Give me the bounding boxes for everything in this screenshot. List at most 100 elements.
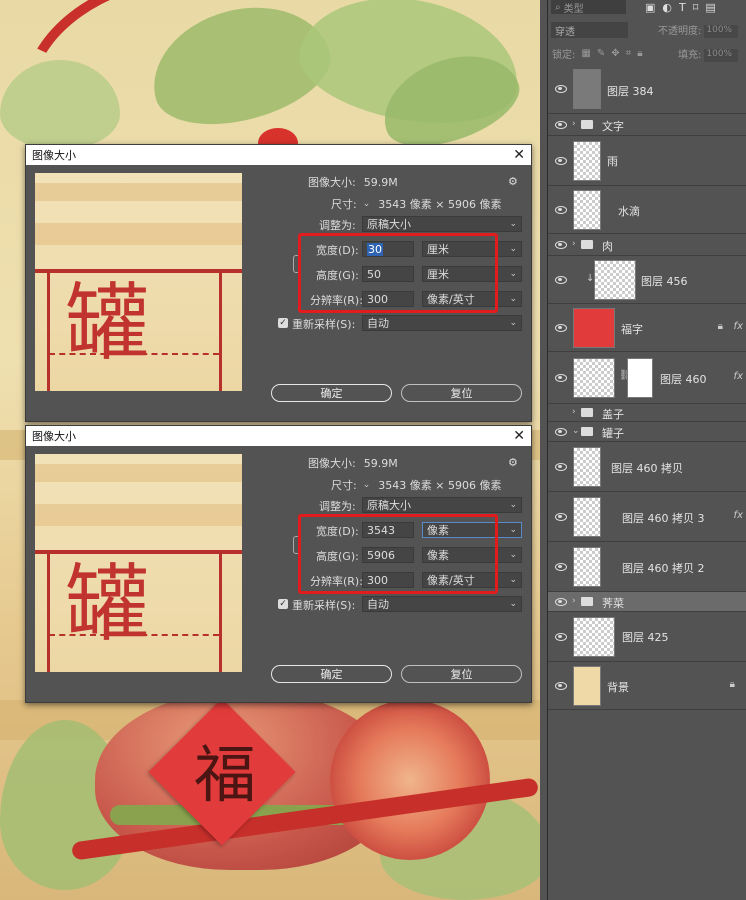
lock-paint-icon[interactable]: ✎ (597, 48, 605, 59)
eye-icon[interactable] (555, 206, 567, 214)
dimensions-label: 尺寸: (331, 479, 357, 492)
eye-icon[interactable] (555, 513, 567, 521)
preview-band (35, 183, 242, 201)
link-icon[interactable]: 🔒︎ (718, 321, 723, 332)
adjustment-filter-icon[interactable]: ◐ (662, 1, 672, 14)
eye-icon[interactable] (555, 598, 567, 606)
eye-icon[interactable] (555, 241, 567, 249)
layer-filter-label: 类型 (563, 3, 584, 15)
dialog-titlebar[interactable]: 图像大小 ✕ (26, 426, 531, 446)
blend-mode-select[interactable]: 穿透 (551, 22, 628, 38)
chevron-down-icon[interactable]: ⌄ (363, 199, 371, 209)
chevron-down-icon[interactable]: ⌄ (363, 480, 371, 490)
layer-row[interactable]: 图层 384 (548, 64, 746, 114)
lock-icon[interactable]: 🔒︎ (730, 679, 735, 690)
layer-group-row[interactable]: › 盖子 (548, 404, 746, 422)
blend-mode-value: 穿透 (555, 26, 575, 38)
eye-icon[interactable] (555, 276, 567, 284)
gear-icon[interactable]: ⚙ (508, 175, 518, 188)
lock-transparency-icon[interactable]: ▦ (581, 48, 590, 59)
layer-thumbnail (573, 666, 601, 706)
layer-row[interactable]: 图层 460 拷贝 (548, 442, 746, 492)
eye-icon[interactable] (555, 633, 567, 641)
image-filter-icon[interactable]: ▣ (645, 1, 655, 14)
ok-button[interactable]: 确定 (271, 384, 392, 402)
shape-filter-icon[interactable]: ⌑ (693, 1, 699, 14)
gear-icon[interactable]: ⚙ (508, 456, 518, 469)
reset-button[interactable]: 复位 (401, 384, 522, 402)
chevron-right-icon[interactable]: › (572, 407, 576, 417)
image-preview[interactable]: 罐 (35, 454, 242, 672)
resample-checkbox[interactable]: ✓ (278, 318, 288, 328)
layer-row[interactable]: 福字 🔒︎ fx (548, 304, 746, 352)
chevron-right-icon[interactable]: › (572, 239, 576, 249)
layer-name: 荠菜 (602, 597, 624, 610)
eye-icon[interactable] (555, 463, 567, 471)
dimensions-label: 尺寸: (331, 198, 357, 211)
dialog-title: 图像大小 (32, 149, 76, 162)
layer-group-row[interactable]: › 荠菜 (548, 592, 746, 612)
lock-position-icon[interactable]: ✥ (611, 48, 619, 59)
smart-object-filter-icon[interactable]: ▤ (705, 1, 715, 14)
image-size-dialog: 图像大小 ✕ 罐 图像大小: 59.9M ⚙ 尺寸: ⌄ 3543 像素 × 5… (25, 425, 532, 703)
dialog-title: 图像大小 (32, 430, 76, 443)
layer-group-row[interactable]: › 文字 (548, 114, 746, 136)
layer-row[interactable]: ⛓ 图层 460 fx (548, 352, 746, 404)
fill-control[interactable]: 填充: 100% (678, 46, 739, 62)
fx-icon[interactable]: fx (734, 371, 743, 382)
eye-icon[interactable] (555, 324, 567, 332)
layer-row[interactable]: 水滴 (548, 186, 746, 234)
layer-filter-select[interactable]: ⌕ 类型 (551, 0, 626, 15)
layer-row[interactable]: 雨 (548, 136, 746, 186)
chevron-right-icon[interactable]: › (572, 596, 576, 606)
lock-all-icon[interactable]: 🔒︎ (637, 48, 642, 59)
layer-group-row[interactable]: ⌄ 罐子 (548, 422, 746, 442)
resample-select[interactable]: 自动 ⌄ (362, 596, 522, 612)
search-icon: ⌕ (555, 1, 561, 13)
dimensions-row: 尺寸: ⌄ 3543 像素 × 5906 像素 (331, 477, 501, 493)
eye-icon[interactable] (555, 682, 567, 690)
layer-row[interactable]: ↓ 图层 456 (548, 256, 746, 304)
layer-name: 肉 (602, 240, 613, 253)
opacity-value: 100% (704, 24, 739, 38)
ok-button[interactable]: 确定 (271, 665, 392, 683)
eye-icon[interactable] (555, 563, 567, 571)
fx-icon[interactable]: fx (734, 321, 743, 332)
highlight-box (298, 514, 498, 594)
layer-name: 福字 (621, 323, 643, 336)
eye-icon[interactable] (555, 121, 567, 129)
fit-select[interactable]: 原稿大小 ⌄ (362, 216, 522, 232)
image-preview[interactable]: 罐 (35, 173, 242, 391)
layer-row[interactable]: 图层 460 拷贝 3 fx (548, 492, 746, 542)
layer-name: 图层 460 (660, 373, 707, 386)
opacity-control[interactable]: 不透明度: 100% (658, 22, 739, 38)
lock-artboard-icon[interactable]: ⌗ (626, 48, 632, 59)
close-icon[interactable]: ✕ (513, 147, 525, 163)
dialog-titlebar[interactable]: 图像大小 ✕ (26, 145, 531, 165)
image-size-label: 图像大小: (308, 457, 356, 470)
eye-icon[interactable] (555, 85, 567, 93)
eye-icon[interactable] (555, 374, 567, 382)
filter-icons: ▣ ◐ T ⌑ ▤ (645, 1, 716, 14)
fit-select[interactable]: 原稿大小 ⌄ (362, 497, 522, 513)
preview-post (219, 269, 222, 391)
chevron-right-icon[interactable]: › (572, 119, 576, 129)
type-filter-icon[interactable]: T (679, 1, 686, 14)
image-size-value: 59.9M (363, 456, 398, 470)
eye-icon[interactable] (555, 157, 567, 165)
layer-thumbnail (573, 617, 615, 657)
close-icon[interactable]: ✕ (513, 428, 525, 444)
reset-button[interactable]: 复位 (401, 665, 522, 683)
resample-label: 重新采样(S): (292, 318, 356, 331)
layer-row[interactable]: 图层 425 (548, 612, 746, 662)
chevron-down-icon[interactable]: ⌄ (572, 426, 580, 436)
eye-icon[interactable] (555, 428, 567, 436)
layer-row[interactable]: 背景 🔒︎ (548, 662, 746, 710)
layer-name: 雨 (607, 155, 618, 168)
resample-checkbox[interactable]: ✓ (278, 599, 288, 609)
fx-icon[interactable]: fx (734, 510, 743, 521)
layer-row[interactable]: 图层 460 拷贝 2 (548, 542, 746, 592)
layers-panel: ⌕ 类型 ▣ ◐ T ⌑ ▤ 穿透 不透明度: 100% 锁定: ▦ ✎ ✥ ⌗ … (547, 0, 746, 900)
resample-select[interactable]: 自动 ⌄ (362, 315, 522, 331)
layer-group-row[interactable]: › 肉 (548, 234, 746, 256)
